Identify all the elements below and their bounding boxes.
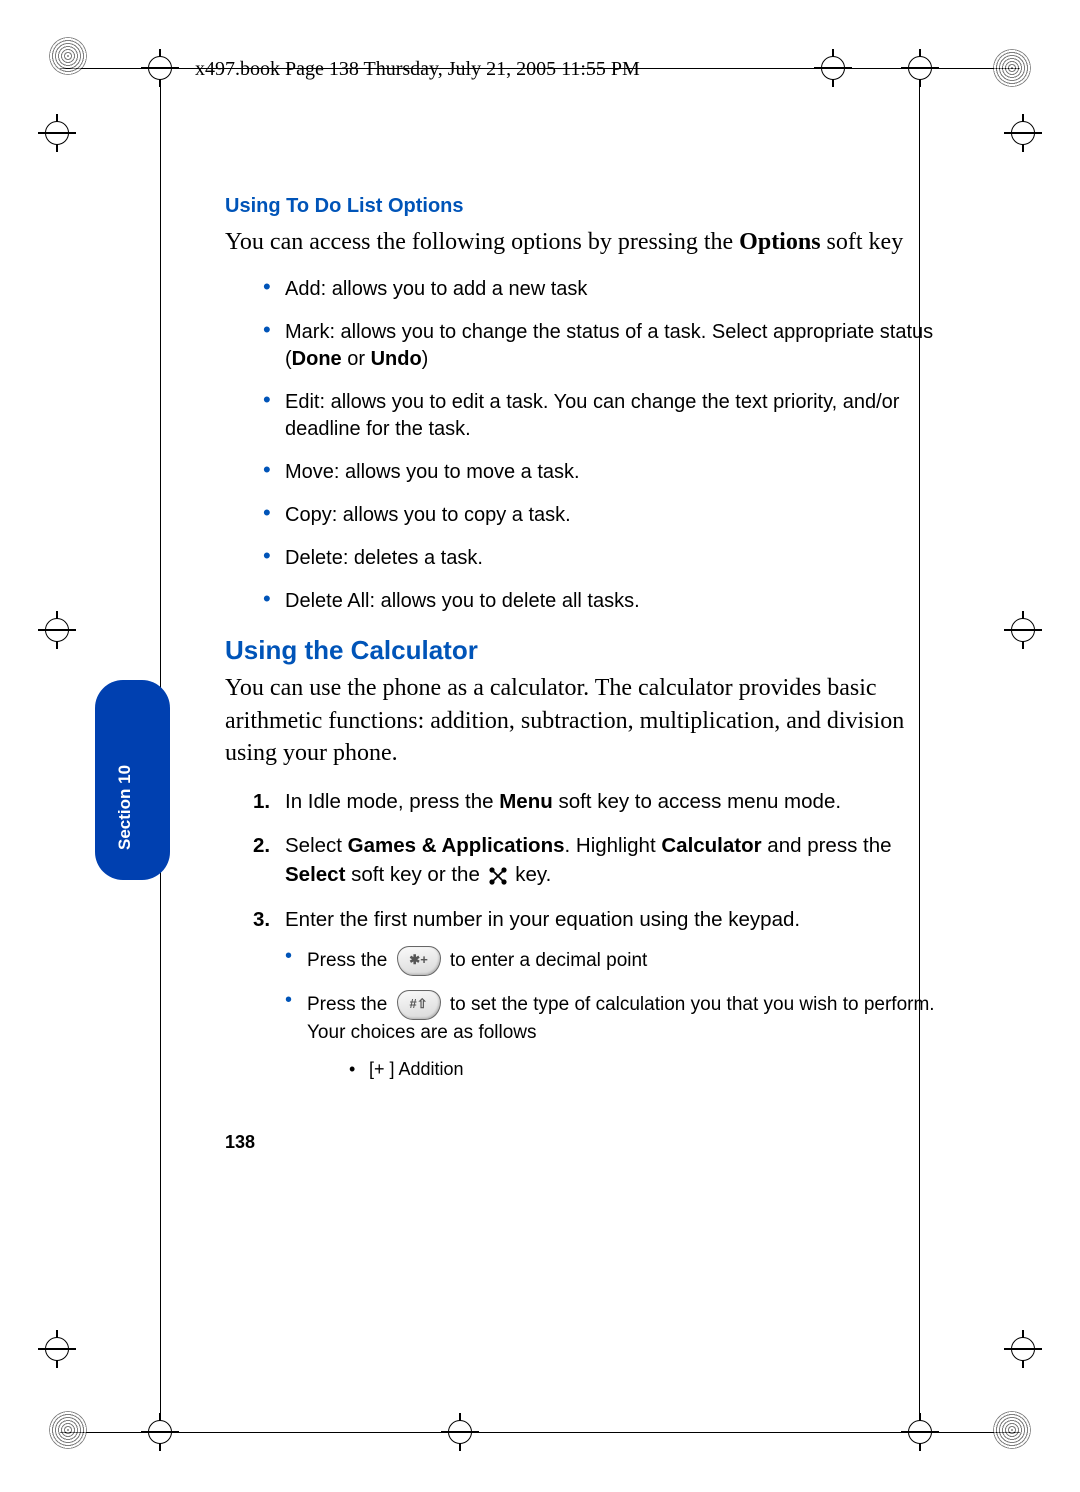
crop-line-bottom — [60, 1432, 1020, 1433]
intro-1a: You can access the following options by … — [225, 229, 739, 255]
cross-mark-icon — [818, 53, 848, 83]
step-item: Select Games & Applications. Highlight C… — [253, 832, 945, 889]
register-mark-icon — [990, 46, 1034, 90]
register-mark-icon — [990, 1408, 1034, 1452]
page-content: Using To Do List Options You can access … — [225, 195, 945, 1098]
register-mark-icon — [46, 1408, 90, 1452]
sub-sub-list: [+ ] Addition — [349, 1057, 945, 1082]
section-label: Section 10 — [115, 765, 135, 850]
page-number: 138 — [225, 1132, 255, 1153]
cross-mark-icon — [42, 118, 72, 148]
cross-mark-icon — [1008, 118, 1038, 148]
register-mark-icon — [46, 34, 90, 78]
star-key-icon: ✱+ — [397, 946, 441, 976]
hash-key-icon: #⇧ — [397, 990, 441, 1020]
list-item: Edit: allows you to edit a task. You can… — [263, 389, 945, 443]
cross-mark-icon — [145, 53, 175, 83]
cross-mark-icon — [905, 53, 935, 83]
running-header: x497.book Page 138 Thursday, July 21, 20… — [195, 58, 640, 81]
sub-bullet-list: Press the ✱+ to enter a decimal point Pre… — [285, 946, 945, 1082]
heading-calculator: Using the Calculator — [225, 635, 945, 666]
step-item: In Idle mode, press the Menu soft key to… — [253, 788, 945, 817]
list-item: Press the ✱+ to enter a decimal point — [285, 946, 945, 976]
intro-1c: soft key — [821, 229, 904, 255]
cross-mark-icon — [1008, 1334, 1038, 1364]
step-item: Enter the first number in your equation … — [253, 906, 945, 1082]
list-item: Press the #⇧ to set the type of calculat… — [285, 990, 945, 1082]
cross-mark-icon — [42, 1334, 72, 1364]
subheading-todo-options: Using To Do List Options — [225, 195, 945, 218]
options-bullet-list: Add: allows you to add a new task Mark: a… — [263, 276, 945, 615]
cross-mark-icon — [145, 1417, 175, 1447]
list-item: [+ ] Addition — [349, 1057, 945, 1082]
intro-paragraph-2: You can use the phone as a calculator. T… — [225, 672, 945, 769]
list-item: Delete: deletes a task. — [263, 545, 945, 572]
cross-mark-icon — [1008, 615, 1038, 645]
intro-1b: Options — [739, 229, 820, 255]
cross-mark-icon — [445, 1417, 475, 1447]
numbered-steps: In Idle mode, press the Menu soft key to… — [253, 788, 945, 1083]
list-item: Mark: allows you to change the status of… — [263, 319, 945, 373]
confirm-key-icon — [488, 866, 508, 886]
intro-paragraph-1: You can access the following options by … — [225, 226, 945, 258]
list-item: Add: allows you to add a new task — [263, 276, 945, 303]
list-item: Delete All: allows you to delete all tas… — [263, 588, 945, 615]
cross-mark-icon — [42, 615, 72, 645]
list-item: Move: allows you to move a task. — [263, 459, 945, 486]
cross-mark-icon — [905, 1417, 935, 1447]
list-item: Copy: allows you to copy a task. — [263, 502, 945, 529]
